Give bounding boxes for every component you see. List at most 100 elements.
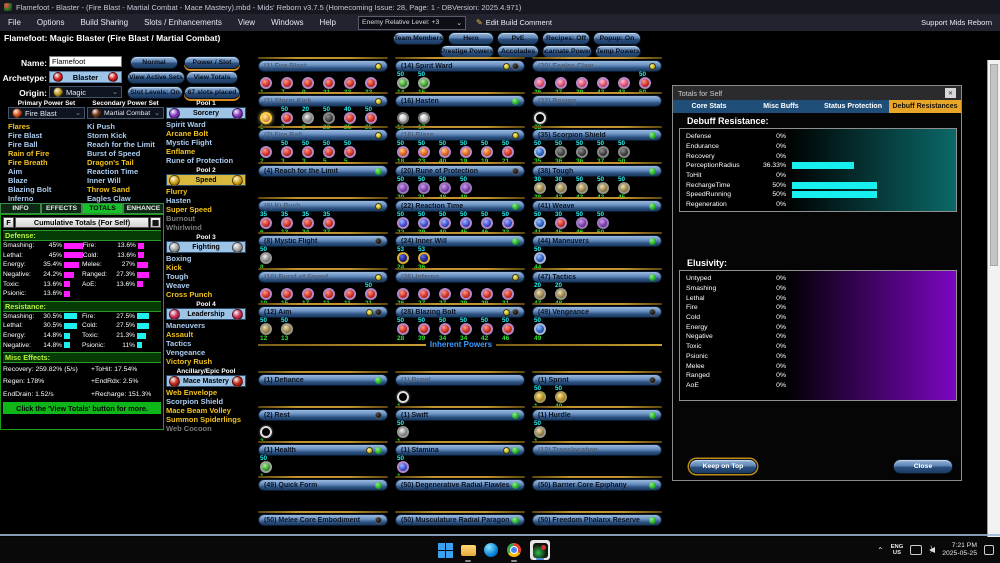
power--1-health[interactable]: (1) Health501 <box>258 441 388 480</box>
pool-power-web-envelope[interactable]: Web Envelope <box>166 388 246 397</box>
power--44-maneuvers[interactable]: (44) Maneuvers5044 <box>532 232 662 271</box>
enhancement-slot[interactable]: 50 13 <box>281 317 302 342</box>
background-window-scrollbar[interactable] <box>987 60 1000 545</box>
pool-power-flurry[interactable]: Flurry <box>166 187 246 196</box>
pool-power-weave[interactable]: Weave <box>166 281 246 290</box>
powerset-item-fire-ball[interactable]: Fire Ball <box>8 140 87 149</box>
powerset-item-blazing-bolt[interactable]: Blazing Bolt <box>8 185 87 194</box>
pool-power-assault[interactable]: Assault <box>166 330 246 339</box>
power-bar[interactable]: (4) Reach for the Limit <box>258 165 388 177</box>
enemy-level-select[interactable]: Enemy Relative Level: +3 ⌄ <box>358 15 466 30</box>
tab-effects[interactable]: EFFECTS <box>41 203 82 214</box>
powerset-item-inner-will[interactable]: Inner Will <box>87 176 166 185</box>
header-button-recipes-off[interactable]: Recipes: Off <box>542 32 590 45</box>
powerset-item-fire-blast[interactable]: Fire Blast <box>8 131 87 140</box>
power-bar[interactable]: (50) Freedom Phalanx Reserve <box>532 514 662 526</box>
power--24-inner-will[interactable]: (24) Inner Will53245336 <box>395 232 525 271</box>
pool-power-tactics[interactable]: Tactics <box>166 339 246 348</box>
power-bar[interactable]: (49) Vengeance <box>532 306 662 318</box>
view-active-sets-button[interactable]: View Active Sets <box>127 71 185 84</box>
tab-enhance[interactable]: ENHANCE <box>123 203 164 214</box>
powerset-item-flares[interactable]: Flares <box>8 122 87 131</box>
power--35-scorpion-shield[interactable]: (35) Scorpion Shield50355036503650375050 <box>532 126 662 165</box>
name-input[interactable]: Flamefoot <box>49 56 122 67</box>
slot-levels-button[interactable]: Slot Levels: On <box>127 86 183 99</box>
pool-power-spirit-ward[interactable]: Spirit Ward <box>166 120 246 129</box>
power-bar[interactable]: (32) Boxing <box>532 95 662 107</box>
power--50-musculature-radial-paragon[interactable]: (50) Musculature Radial Paragon <box>395 511 525 526</box>
power-bar[interactable]: (1) Sprint <box>532 374 662 386</box>
powerset-item-blaze[interactable]: Blaze <box>8 176 87 185</box>
power--2-fire-ball[interactable]: (2) Fire Ball2503503505505 <box>258 126 388 165</box>
pool-power-boxing[interactable]: Boxing <box>166 254 246 263</box>
power-bar[interactable]: (12) Aim <box>258 306 388 318</box>
power--30-eagles-claw[interactable]: (30) Eagles Claw36373942435050 <box>532 57 662 96</box>
pool-power-victory-rush[interactable]: Victory Rush <box>166 357 246 366</box>
power-bar[interactable]: (8) Mystic Flight <box>258 235 388 247</box>
clock[interactable]: 7:21 PM 2025-05-25 <box>942 542 977 558</box>
totals-close-button[interactable]: Close <box>893 459 953 474</box>
power-bar[interactable]: (47) Tactics <box>532 271 662 283</box>
pool-power-rune-of-protection[interactable]: Rune of Protection <box>166 156 246 165</box>
view-totals-button[interactable]: View Totals <box>186 71 238 84</box>
power--1-brawl[interactable]: (1) Brawl1 <box>395 371 525 410</box>
f-button[interactable]: F <box>3 217 14 228</box>
secondary-powerset-select[interactable]: Martial Combat ⌄ <box>87 107 164 119</box>
power--2-rest[interactable]: (2) Rest2 <box>258 406 388 445</box>
pool-select-mace-mastery[interactable]: Mace Mastery <box>166 375 246 387</box>
normal-button[interactable]: Normal <box>130 56 178 69</box>
pool-power-mace-beam-volley[interactable]: Mace Beam Volley <box>166 406 246 415</box>
header-button-hero[interactable]: Hero <box>448 32 494 45</box>
totals-tab-debuff-resistances[interactable]: Debuff Resistances <box>889 100 961 113</box>
tab-totals[interactable]: TOTALS <box>82 203 123 214</box>
power--50-freedom-phalanx-reserve[interactable]: (50) Freedom Phalanx Reserve <box>532 511 662 526</box>
pool-power-web-cocoon[interactable]: Web Cocoon <box>166 424 246 433</box>
power--20-rune-of-protection[interactable]: (20) Rune of Protection5020503150485048 <box>395 162 525 201</box>
keep-on-top-button[interactable]: Keep on Top <box>689 459 757 474</box>
power--38-tough[interactable]: (38) Tough30383042504350435045 <box>532 162 662 201</box>
power-bar[interactable]: (1) Hurdle <box>532 409 662 421</box>
menu-slots-enhancements[interactable]: Slots / Enhancements <box>136 14 230 31</box>
power--1-hurdle[interactable]: (1) Hurdle501 <box>532 406 662 445</box>
file-explorer-icon[interactable] <box>460 542 476 562</box>
primary-powerset-select[interactable]: Fire Blast ⌄ <box>8 107 85 119</box>
power-bar[interactable]: (1) Stamina <box>395 444 525 456</box>
power-bar[interactable]: (50) Degenerative Radial Flawless Inter <box>395 479 525 491</box>
power--4-reach-for-the-limit[interactable]: (4) Reach for the Limit <box>258 162 388 177</box>
totals-tab-status-protection[interactable]: Status Protection <box>817 100 889 113</box>
powerset-item-burst-of-speed[interactable]: Burst of Speed <box>87 149 166 158</box>
powerset-item-throw-sand[interactable]: Throw Sand <box>87 185 166 194</box>
power--49-quick-form[interactable]: (49) Quick Form <box>258 476 388 491</box>
power-bar[interactable]: (1) Defiance <box>258 374 388 386</box>
power--6-ki-push[interactable]: (6) Ki Push356351335343537 <box>258 197 388 236</box>
power--50-degenerative-radial-flawless-inter[interactable]: (50) Degenerative Radial Flawless Inter <box>395 476 525 491</box>
power-bar[interactable]: (44) Maneuvers <box>532 235 662 247</box>
power--49-vengeance[interactable]: (49) Vengeance 50 49 <box>532 303 662 342</box>
power-bar[interactable]: (1) Brawl <box>395 374 525 386</box>
mids-reborn-taskbar-icon[interactable] <box>529 540 551 560</box>
menu-options[interactable]: Options <box>29 14 73 31</box>
power--10-burst-of-speed[interactable]: (10) Burst of Speed10151711115021 <box>258 268 388 307</box>
pool-power-enflame[interactable]: Enflame <box>166 147 246 156</box>
totals-window-titlebar[interactable]: Totals for Self ✕ <box>673 86 961 100</box>
powerset-item-reaction-time[interactable]: Reaction Time <box>87 167 166 176</box>
origin-select[interactable]: Magic ⌄ <box>49 86 122 98</box>
slots-placed-button[interactable]: 67 slots placed <box>184 86 240 99</box>
pool-power-kick[interactable]: Kick <box>166 263 246 272</box>
header-button-team-members[interactable]: Team Members <box>393 32 444 45</box>
window-titlebar[interactable]: Flamefoot - Blaster - (Fire Blast - Mart… <box>0 0 1000 14</box>
speaker-icon[interactable] <box>929 546 936 553</box>
power--47-tactics[interactable]: (47) Tactics20472048 <box>532 268 662 307</box>
menu-file[interactable]: File <box>0 14 29 31</box>
pool-power-arcane-bolt[interactable]: Arcane Bolt <box>166 129 246 138</box>
totals-tab-core-stats[interactable]: Core Stats <box>673 100 745 113</box>
close-icon[interactable]: ✕ <box>945 88 956 98</box>
powerset-item-inferno[interactable]: Inferno <box>8 194 87 203</box>
power--50-melee-core-embodiment[interactable]: (50) Melee Core Embodiment <box>258 511 388 526</box>
enhancement-slot[interactable]: 50 49 <box>534 317 555 342</box>
powerset-item-storm-kick[interactable]: Storm Kick <box>87 131 166 140</box>
pool-power-tough[interactable]: Tough <box>166 272 246 281</box>
power--12-translocation[interactable]: (12) Translocation <box>532 441 662 456</box>
pool-power-summon-spiderlings[interactable]: Summon Spiderlings <box>166 415 246 424</box>
power--1-stamina[interactable]: (1) Stamina501 <box>395 441 525 480</box>
